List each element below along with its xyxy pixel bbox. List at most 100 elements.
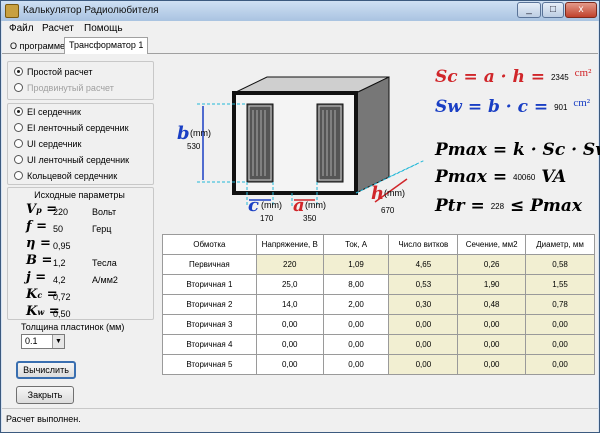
core-ring-label: Кольцевой сердечник bbox=[27, 171, 118, 181]
b-dim-value: 530 bbox=[187, 142, 201, 151]
table-cell: 0,58 bbox=[525, 254, 595, 275]
f-unit: Герц bbox=[92, 224, 112, 234]
pmax-formula-text: Pmax = bbox=[435, 167, 508, 187]
table-cell: 0,53 bbox=[388, 274, 459, 295]
radio-icon bbox=[14, 171, 23, 180]
c-dim-label: c bbox=[248, 195, 259, 216]
f-input[interactable]: 50 bbox=[53, 224, 63, 234]
table-cell[interactable]: 0,00 bbox=[322, 314, 390, 335]
table-row: Вторичная 3 0,00 0,00 0,00 0,00 0,00 bbox=[162, 314, 595, 335]
table-cell: Вторичная 2 bbox=[162, 294, 257, 315]
sc-formula: Sc = a · h = 2345 cm² bbox=[435, 67, 591, 87]
table-cell: 1,09 bbox=[322, 254, 390, 275]
windings-table: Обмотка Напряжение, В Ток, А Число витко… bbox=[162, 234, 595, 375]
radio-core-ui-tape[interactable]: UI ленточный сердечник bbox=[14, 155, 129, 165]
b-input[interactable]: 1,2 bbox=[53, 258, 66, 268]
b-dim-unit: (mm) bbox=[190, 128, 211, 138]
table-cell[interactable]: 8,00 bbox=[322, 274, 390, 295]
table-cell[interactable]: 0,00 bbox=[255, 354, 324, 375]
table-cell[interactable]: 14,0 bbox=[255, 294, 324, 315]
radio-icon bbox=[14, 123, 23, 132]
sc-unit: cm² bbox=[574, 67, 592, 79]
calculate-button[interactable]: Вычислить bbox=[16, 361, 76, 379]
table-cell: Вторичная 5 bbox=[162, 354, 257, 375]
pmax-unit: VA bbox=[541, 167, 567, 187]
radio-selected-icon bbox=[14, 107, 23, 116]
table-cell: 0,00 bbox=[525, 314, 595, 335]
table-cell[interactable]: 0,00 bbox=[255, 334, 324, 355]
core-type-group: EI сердечник EI ленточный сердечник UI с… bbox=[7, 103, 154, 185]
radio-selected-icon bbox=[14, 67, 23, 76]
eta-input[interactable]: 0,95 bbox=[53, 241, 71, 251]
table-cell: Первичная bbox=[162, 254, 257, 275]
calc-mode-group: Простой расчет Продвинутый расчет bbox=[7, 61, 154, 100]
c-dim-unit: (mm) bbox=[261, 200, 282, 210]
close-button[interactable]: Закрыть bbox=[16, 386, 74, 404]
table-cell[interactable]: 25,0 bbox=[255, 274, 324, 295]
col-header: Число витков bbox=[388, 234, 459, 255]
plate-thickness-select[interactable]: 0.1 ▼ bbox=[21, 334, 65, 349]
table-cell[interactable]: 0,00 bbox=[322, 334, 390, 355]
sw-unit: cm² bbox=[573, 97, 591, 109]
a-dim-value: 350 bbox=[303, 214, 317, 223]
a-dim-label: a bbox=[293, 195, 305, 216]
menu-help[interactable]: Помощь bbox=[84, 23, 123, 34]
vp-input[interactable]: 220 bbox=[53, 207, 68, 217]
tab-about[interactable]: О программе bbox=[6, 39, 69, 54]
chevron-down-icon: ▼ bbox=[52, 335, 64, 348]
radio-core-ring[interactable]: Кольцевой сердечник bbox=[14, 171, 117, 181]
table-header-row: Обмотка Напряжение, В Ток, А Число витко… bbox=[162, 234, 595, 255]
table-cell: 0,00 bbox=[525, 354, 595, 375]
table-row: Вторичная 4 0,00 0,00 0,00 0,00 0,00 bbox=[162, 334, 595, 355]
table-cell[interactable]: 2,00 bbox=[322, 294, 390, 315]
table-cell: 1,55 bbox=[525, 274, 595, 295]
radio-advanced-calc: Продвинутый расчет bbox=[14, 83, 114, 93]
table-cell[interactable]: 0,00 bbox=[255, 314, 324, 335]
sc-formula-text: Sc = a · h = bbox=[435, 67, 546, 87]
ptr-value: 228 bbox=[490, 202, 505, 211]
table-cell: 0,00 bbox=[388, 354, 459, 375]
table-cell[interactable]: 0,00 bbox=[322, 354, 390, 375]
menu-calc[interactable]: Расчет bbox=[42, 23, 74, 34]
core-ui-label: UI сердечник bbox=[27, 139, 82, 149]
table-cell: 0,00 bbox=[457, 354, 527, 375]
right-panel: b (mm) 530 c (mm) 170 a (mm) 350 h (mm) … bbox=[157, 54, 600, 408]
table-cell[interactable]: 220 bbox=[255, 254, 324, 275]
eta-symbol: η = bbox=[26, 236, 51, 251]
ptr-formula-text: Ptr = bbox=[435, 196, 485, 216]
kw-input[interactable]: 0,50 bbox=[53, 309, 71, 319]
f-symbol: f = bbox=[26, 219, 48, 234]
j-input[interactable]: 4,2 bbox=[53, 275, 66, 285]
b-symbol: B = bbox=[26, 253, 53, 268]
col-header: Напряжение, В bbox=[255, 234, 324, 255]
maximize-button[interactable]: □ bbox=[542, 2, 564, 18]
app-window: Калькулятор Радиолюбителя _ □ x Файл Рас… bbox=[0, 0, 600, 433]
tab-transformer-1[interactable]: Трансформатор 1 bbox=[64, 37, 149, 55]
status-bar: Расчет выполнен. bbox=[2, 408, 598, 432]
radio-core-ui[interactable]: UI сердечник bbox=[14, 139, 81, 149]
params-title: Исходные параметры bbox=[34, 190, 125, 200]
radio-core-ei[interactable]: EI сердечник bbox=[14, 107, 81, 117]
table-cell: 0,00 bbox=[457, 334, 527, 355]
radio-core-ei-tape[interactable]: EI ленточный сердечник bbox=[14, 123, 129, 133]
table-cell: 0,30 bbox=[388, 294, 459, 315]
kc-input[interactable]: 0,72 bbox=[53, 292, 71, 302]
h-dim-value: 670 bbox=[381, 206, 395, 215]
minimize-button[interactable]: _ bbox=[517, 2, 541, 18]
table-cell: 0,00 bbox=[525, 334, 595, 355]
radio-icon bbox=[14, 83, 23, 92]
col-header: Сечение, мм2 bbox=[457, 234, 527, 255]
table-cell: 0,26 bbox=[457, 254, 527, 275]
plate-thickness-value: 0.1 bbox=[25, 336, 38, 346]
menu-file[interactable]: Файл bbox=[9, 23, 34, 34]
table-cell: 1,90 bbox=[457, 274, 527, 295]
close-window-button[interactable]: x bbox=[565, 2, 597, 18]
core-ei-label: EI сердечник bbox=[27, 107, 81, 117]
table-cell: Вторичная 1 bbox=[162, 274, 257, 295]
ptr-tail: ≤ Pmax bbox=[509, 196, 583, 216]
radio-simple-calc[interactable]: Простой расчет bbox=[14, 67, 92, 77]
table-cell: 0,00 bbox=[388, 314, 459, 335]
title-bar: Калькулятор Радиолюбителя _ □ x bbox=[1, 1, 599, 21]
table-cell: Вторичная 3 bbox=[162, 314, 257, 335]
ptr-formula: Ptr = 228 ≤ Pmax bbox=[435, 196, 582, 216]
